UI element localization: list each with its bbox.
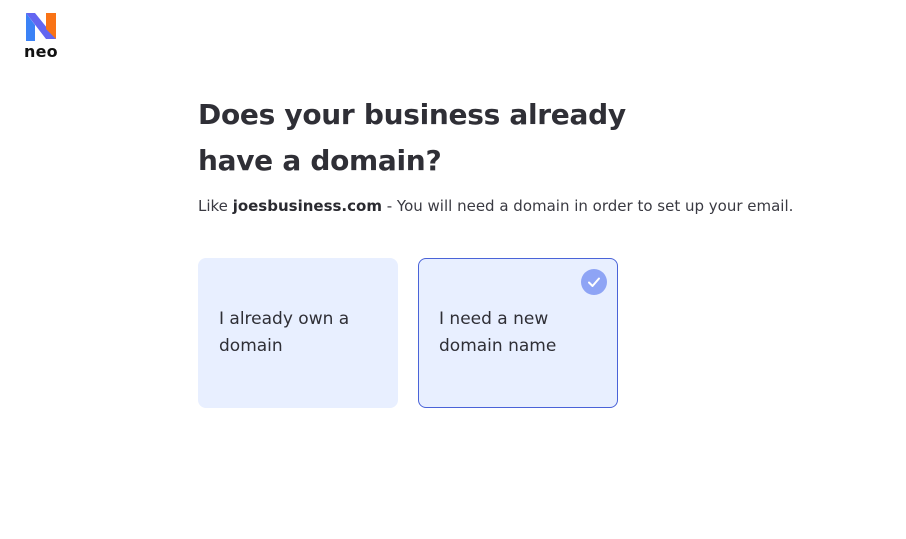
option-own-domain[interactable]: I already own a domain [198,258,398,408]
check-circle-icon [581,269,607,295]
domain-options: I already own a domain I need a new doma… [198,258,858,408]
neo-logo-icon [26,13,56,41]
option-label: I need a new domain name [439,309,557,356]
page: neo Does your business already have a do… [0,0,906,539]
logo-wordmark: neo [24,42,58,61]
subtitle-prefix: Like [198,197,233,215]
option-new-domain[interactable]: I need a new domain name [418,258,618,408]
checkmark-icon [588,277,600,287]
page-title: Does your business already have a domain… [198,98,626,177]
domain-question: Does your business already have a domain… [198,92,858,408]
page-subtitle: Like joesbusiness.com - You will need a … [198,196,858,216]
subtitle-suffix: - You will need a domain in order to set… [381,197,794,215]
option-label: I already own a domain [219,309,350,356]
subtitle-domain-example: joesbusiness.com [232,197,382,215]
neo-logo[interactable]: neo [24,11,64,63]
